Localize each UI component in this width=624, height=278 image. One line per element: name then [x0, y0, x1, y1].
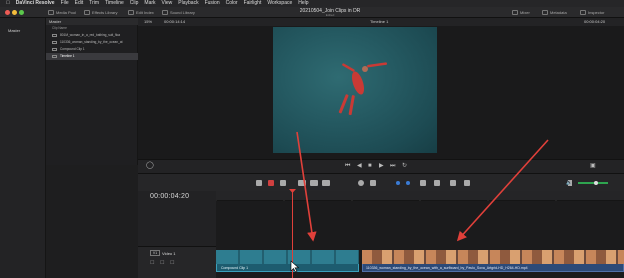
viewer-options-icon[interactable]: ◯ [146, 162, 154, 169]
clip-name: Compound Clip 1 [60, 47, 85, 51]
metadata-label: Metadata [550, 10, 567, 15]
timeline-ruler[interactable] [215, 191, 624, 204]
menu-app-name[interactable]: DaVinci Resolve [16, 0, 55, 7]
timeline-toolbar [138, 173, 624, 191]
video-clip-icon [52, 34, 57, 37]
menu-timeline[interactable]: Timeline [105, 0, 124, 7]
menu-edit[interactable]: Edit [75, 0, 84, 7]
viewer-zoom[interactable]: 15% [144, 18, 152, 26]
menu-fairlight[interactable]: Fairlight [244, 0, 262, 7]
media-pool-button[interactable]: Media Pool [48, 9, 76, 16]
menu-help[interactable]: Help [298, 0, 308, 7]
bin-master[interactable]: Master [8, 28, 20, 33]
volume-icon[interactable]: 🔈 [566, 180, 572, 186]
media-pool-icon [48, 10, 54, 15]
mixer-label: Mixer [520, 10, 530, 15]
auto-select-icon[interactable]: ☐ [160, 260, 164, 266]
effects-library-icon [84, 10, 90, 15]
stop-icon[interactable]: ■ [368, 163, 372, 169]
track-visibility-icon[interactable]: ☐ [170, 260, 174, 266]
track-name[interactable]: Video 1 [162, 251, 176, 256]
fullscreen-icon[interactable]: ▣ [590, 163, 596, 169]
bin-list-panel [0, 18, 46, 278]
metadata-icon [542, 10, 548, 15]
menu-file[interactable]: File [61, 0, 69, 7]
menu-mark[interactable]: Mark [144, 0, 155, 7]
swimmer-figure [338, 62, 388, 116]
video-clip-thumbnails [362, 250, 624, 264]
go-to-start-icon[interactable]: ⏮ [345, 163, 350, 169]
timeline-timecode[interactable]: 00:00:04:20 [150, 193, 189, 200]
menu-trim[interactable]: Trim [89, 0, 99, 7]
menu-clip[interactable]: Clip [130, 0, 139, 7]
media-pool-header: Master [46, 18, 138, 25]
list-item[interactable]: 801M_woman_in_a_red_bathing_suit_floa [46, 32, 138, 39]
column-header-clip-name[interactable]: Clip Name [46, 25, 138, 32]
compound-clip-icon [52, 48, 57, 51]
metadata-button[interactable]: Metadata [542, 9, 567, 16]
source-timecode: 00:00:14:14 [164, 19, 186, 24]
column-header-label: Clip Name [52, 26, 67, 30]
list-item[interactable]: 110336_woman_standing_by_the_ocean_at [46, 39, 138, 46]
video-frame[interactable] [273, 27, 437, 153]
close-window-icon[interactable] [5, 10, 10, 15]
record-timecode: 00:00:04:20 [584, 19, 606, 24]
zoom-window-icon[interactable] [19, 10, 24, 15]
menu-bar:  DaVinci Resolve File Edit Trim Timelin… [0, 0, 624, 7]
menu-color[interactable]: Color [226, 0, 238, 7]
edit-index-label: Edit Index [136, 10, 154, 15]
sound-library-label: Sound Library [170, 10, 195, 15]
effects-library-label: Effects Library [92, 10, 118, 15]
clip-name: 801M_woman_in_a_red_bathing_suit_floa [60, 33, 121, 37]
lock-track-icon[interactable]: ☐ [150, 260, 154, 266]
sound-library-button[interactable]: Sound Library [162, 9, 195, 16]
menu-workspace[interactable]: Workspace [267, 0, 292, 7]
viewer-header: 15% 00:00:14:14 Timeline 1 00:00:04:20 [138, 18, 624, 26]
timeline-icon [52, 55, 57, 58]
menu-fusion[interactable]: Fusion [205, 0, 220, 7]
loop-icon[interactable]: ↻ [402, 163, 407, 169]
compound-clip-thumbnails [216, 250, 359, 264]
edit-index-button[interactable]: Edit Index [128, 9, 154, 16]
go-to-end-icon[interactable]: ⏭ [390, 163, 395, 169]
media-pool-label: Media Pool [56, 10, 77, 15]
list-item[interactable]: Compound Clip 1 [46, 46, 138, 53]
viewer-timeline-name[interactable]: Timeline 1 [370, 18, 388, 26]
play-icon[interactable]: ▶ [379, 163, 384, 169]
inspector-icon [580, 10, 586, 15]
mixer-icon [512, 10, 518, 15]
media-pool-list: Clip Name 801M_woman_in_a_red_bathing_su… [46, 25, 138, 165]
menu-playback[interactable]: Playback [178, 0, 198, 7]
effects-library-button[interactable]: Effects Library [84, 9, 118, 16]
apple-icon[interactable]:  [6, 0, 10, 7]
sound-library-icon [162, 10, 168, 15]
menu-view[interactable]: View [162, 0, 173, 7]
track-badge[interactable]: V1 [150, 250, 160, 256]
mixer-button[interactable]: Mixer [512, 9, 530, 16]
reverse-icon[interactable]: ◀ [357, 163, 362, 169]
edit-index-icon [128, 10, 134, 15]
video-clip-icon [52, 41, 57, 44]
mouse-pointer-icon [290, 260, 300, 273]
minimize-window-icon[interactable] [12, 10, 17, 15]
media-pool-bin-name: Master [49, 19, 62, 24]
inspector-label: Inspector [588, 10, 605, 15]
video-clip-name: 110336_woman_standing_by_the_ocean_with_… [366, 266, 528, 270]
project-status: Edited [325, 13, 335, 17]
clip-name: 110336_woman_standing_by_the_ocean_at [60, 40, 123, 44]
clip-name: Timeline 1 [60, 54, 75, 58]
inspector-button[interactable]: Inspector [580, 9, 604, 16]
timeline-tool-icons [256, 180, 608, 186]
list-item[interactable]: Timeline 1 [46, 53, 138, 60]
compound-clip-name: Compound Clip 1 [221, 266, 249, 270]
